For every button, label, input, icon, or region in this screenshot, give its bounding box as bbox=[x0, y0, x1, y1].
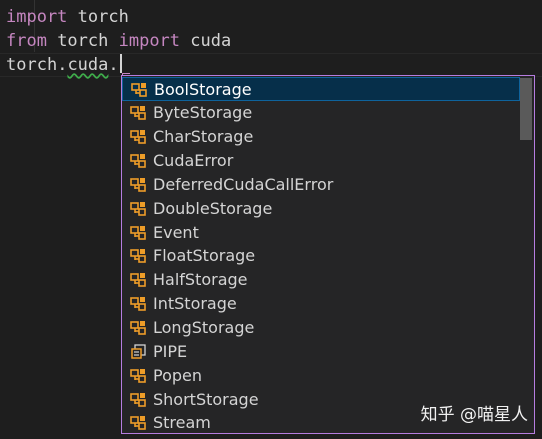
code-line-1[interactable]: import torch bbox=[6, 5, 129, 29]
constant-icon bbox=[130, 343, 147, 360]
class-icon bbox=[130, 128, 147, 145]
suggestion-label: IntStorage bbox=[153, 294, 237, 314]
suggestion-scrollbar-thumb[interactable] bbox=[520, 78, 532, 140]
keyword-import: import bbox=[6, 7, 68, 27]
suggestion-item[interactable]: BoolStorage bbox=[122, 77, 520, 101]
class-icon bbox=[130, 104, 147, 121]
suggestion-label: BoolStorage bbox=[154, 79, 252, 99]
autocomplete-suggestion-list[interactable]: BoolStorage ByteStorage CharStorage CudaErr… bbox=[121, 75, 535, 434]
suggestion-item[interactable]: PIPE bbox=[122, 339, 520, 363]
module-name: torch bbox=[67, 7, 129, 27]
suggestion-label: Popen bbox=[153, 365, 203, 385]
dot: . bbox=[108, 55, 119, 75]
class-icon bbox=[130, 152, 147, 169]
suggestion-item[interactable]: CudaError bbox=[122, 149, 520, 173]
class-icon bbox=[130, 271, 147, 288]
class-icon bbox=[130, 247, 147, 264]
suggestion-item[interactable]: CharStorage bbox=[122, 125, 520, 149]
suggestion-label: DeferredCudaCallError bbox=[153, 174, 334, 194]
class-icon bbox=[130, 224, 147, 241]
suggestion-item[interactable]: DeferredCudaCallError bbox=[122, 172, 520, 196]
suggestion-label: CharStorage bbox=[153, 127, 254, 147]
suggestion-label: HalfStorage bbox=[153, 270, 248, 290]
suggestion-item[interactable]: LongStorage bbox=[122, 316, 520, 340]
class-icon bbox=[130, 200, 147, 217]
suggestion-label: FloatStorage bbox=[153, 246, 256, 266]
suggestion-label: CudaError bbox=[153, 151, 234, 171]
module-name: torch bbox=[46, 31, 119, 51]
suggestion-label: Event bbox=[153, 222, 199, 242]
suggestion-item[interactable]: DoubleStorage bbox=[122, 196, 520, 220]
attribute-name-warning: cuda bbox=[67, 55, 109, 75]
suggestion-item[interactable]: IntStorage bbox=[122, 292, 520, 316]
keyword-from: from bbox=[6, 31, 47, 51]
class-icon bbox=[131, 81, 148, 98]
suggestion-label: DoubleStorage bbox=[153, 198, 273, 218]
text-cursor bbox=[119, 54, 122, 73]
class-icon bbox=[130, 319, 147, 336]
keyword-import: import bbox=[118, 31, 181, 51]
class-icon bbox=[130, 176, 147, 193]
suggestion-label: Stream bbox=[153, 413, 211, 433]
suggestion-label: PIPE bbox=[153, 341, 188, 361]
object-name: torch bbox=[6, 55, 58, 75]
class-icon bbox=[130, 295, 147, 312]
class-icon bbox=[130, 391, 147, 408]
suggestion-item[interactable]: FloatStorage bbox=[122, 244, 520, 268]
suggestion-item[interactable]: ByteStorage bbox=[122, 101, 520, 125]
imported-name: cuda bbox=[180, 31, 232, 51]
suggestion-label: ShortStorage bbox=[153, 389, 259, 409]
code-line-3[interactable]: torch.cuda. bbox=[6, 53, 122, 77]
dot: . bbox=[57, 55, 68, 75]
watermark: 知乎 @喵星人 bbox=[420, 405, 528, 425]
class-icon bbox=[130, 367, 147, 384]
class-icon bbox=[130, 414, 147, 431]
code-line-2[interactable]: from torch import cuda bbox=[6, 29, 231, 53]
suggestion-item[interactable]: HalfStorage bbox=[122, 268, 520, 292]
suggestion-item[interactable]: Event bbox=[122, 220, 520, 244]
suggestion-label: ByteStorage bbox=[153, 103, 253, 123]
suggestion-label: LongStorage bbox=[153, 318, 255, 337]
suggestion-item[interactable]: Popen bbox=[122, 363, 520, 387]
